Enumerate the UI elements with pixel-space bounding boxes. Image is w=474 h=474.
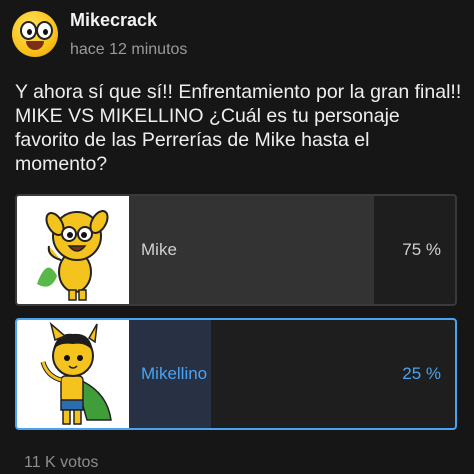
poll-option-percent: 75 % <box>402 240 441 259</box>
author-name[interactable]: Mikecrack <box>70 10 187 31</box>
avatar[interactable] <box>12 10 58 57</box>
poll-option-label: Mike <box>141 240 177 259</box>
post-header: Mikecrack hace 12 minutos <box>12 8 187 59</box>
post-timestamp: hace 12 minutos <box>70 41 188 58</box>
poll-option-mike[interactable]: Mike 75 % <box>15 194 457 306</box>
poll-option-label: Mikellino <box>141 364 208 383</box>
poll-option-mikellino[interactable]: Mikellino 25 % <box>15 318 457 430</box>
post-text: Y ahora sí que sí!! Enfrentamiento por l… <box>15 81 462 175</box>
vote-count: 11 K votos <box>24 454 99 471</box>
mikellino-character-icon <box>17 320 129 428</box>
avatar-eye-icon <box>36 20 53 40</box>
mike-character-icon <box>17 196 129 304</box>
poll-option-percent: 25 % <box>402 364 441 383</box>
author-block: Mikecrack hace 12 minutos <box>70 8 187 59</box>
avatar-mouth-icon <box>26 40 44 50</box>
avatar-eye-icon <box>20 20 37 40</box>
